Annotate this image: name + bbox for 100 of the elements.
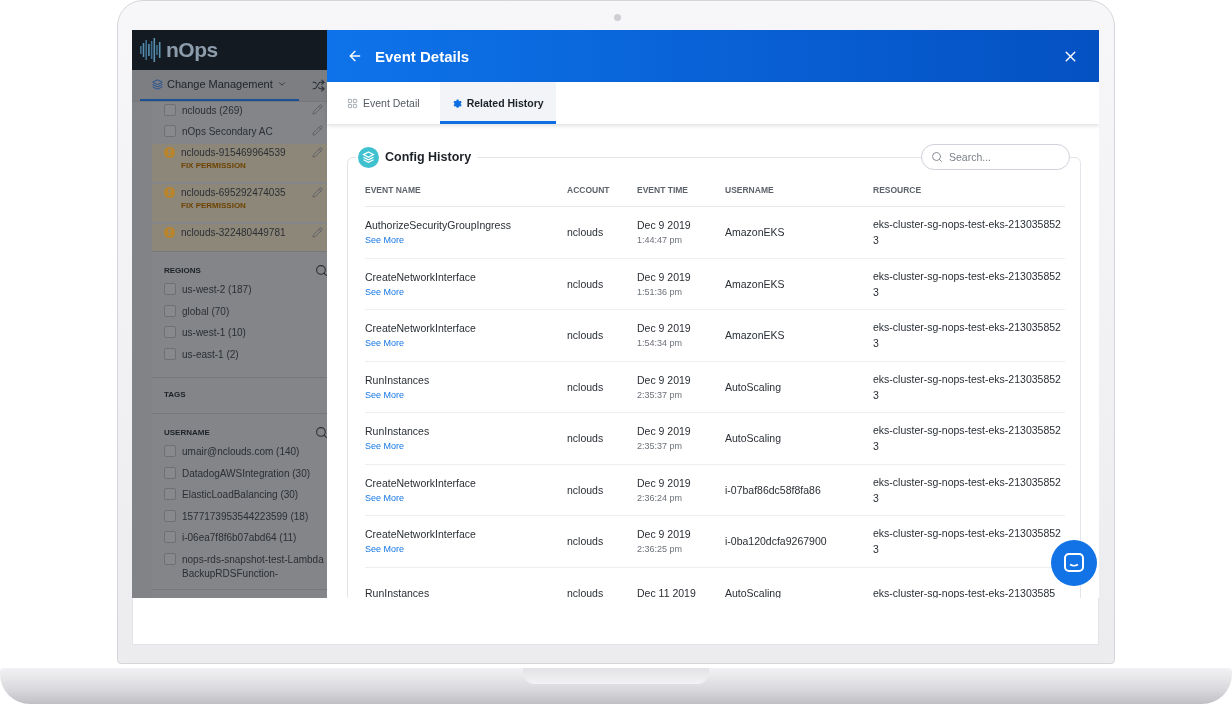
event-name: CreateNetworkInterface [365,476,476,489]
see-more-link[interactable]: See More [365,286,405,297]
layers-icon [152,78,163,90]
checkbox[interactable] [164,125,176,137]
edit-icon[interactable] [312,125,323,136]
account-cell-text: nclouds [567,277,605,290]
account-label: nclouds (269) [182,104,243,116]
event-time: 1:54:34 pm [637,338,683,349]
account-cell-text: nclouds [567,586,605,598]
edit-icon[interactable] [312,147,323,158]
resource-cell-text: eks-cluster-sg-nops-test-eks-2130358523 [873,423,1062,455]
edit-icon[interactable] [312,227,323,238]
event-name: CreateNetworkInterface [365,322,476,335]
warning-icon [164,147,175,158]
logo-text: nOps [166,38,218,62]
resource-cell-text: eks-cluster-sg-nops-test-eks-2130358523 [873,320,1062,352]
account-label: nclouds-322480449781 [181,227,286,238]
section-title: Config History [385,150,472,164]
account-label: nOps Secondary AC [182,125,273,137]
event-name: RunInstances [365,586,430,598]
resource-cell-text: eks-cluster-sg-nops-test-eks-2130358523 [873,371,1062,403]
account-cell-text: nclouds [567,432,605,445]
filter-option: us-west-2 (187) [182,283,324,297]
username-cell-text: AutoScaling [725,432,783,445]
account-cell-text: nclouds [567,329,605,342]
event-time: 1:51:36 pm [637,286,683,297]
filter-option: us-west-1 (10) [182,326,324,340]
gear-icon [451,98,462,108]
checkbox[interactable] [164,304,176,317]
username-cell-text: AmazonEKS [725,329,786,342]
see-more-link[interactable]: See More [365,492,405,503]
filter-option: DatadogAWSIntegration (30) [182,466,324,481]
checkbox[interactable] [164,445,176,457]
warning-icon [164,227,175,238]
column-header: EVENT TIME [637,184,689,195]
warning-icon [164,187,175,198]
checkbox[interactable] [164,326,176,338]
see-more-link[interactable]: See More [365,235,405,246]
see-more-link[interactable]: See More [365,544,405,555]
tab[interactable]: Event Detail [335,82,432,124]
event-date: Dec 9 2019 [637,425,691,438]
filter-option: global (70) [182,304,324,319]
back-button[interactable] [347,48,363,64]
filter-option: ElasticLoadBalancing (30) [182,488,324,502]
filter-title: REGIONS [164,266,201,275]
checkbox[interactable] [164,552,176,565]
checkbox[interactable] [164,531,176,543]
account-cell-text: nclouds [567,226,605,239]
see-more-link[interactable]: See More [365,338,405,349]
event-date: Dec 9 2019 [637,476,691,489]
filter-option: i-06ea7f8f6b07abd64 (11) [182,531,324,545]
shuffle-icon[interactable] [312,79,325,92]
checkbox[interactable] [164,509,176,522]
search-icon[interactable] [315,264,327,277]
event-time: 1:44:47 pm [637,235,683,246]
account-label: nclouds-915469964539 [181,147,286,158]
resource-cell-text: eks-cluster-sg-nops-test-eks-2130358523 [873,268,1062,300]
filter-option: us-east-1 (2) [182,347,324,362]
checkbox[interactable] [164,104,176,116]
chat-icon [1063,552,1085,574]
filter-option: nops-rds-snapshot-test-LambdaBackupRDSFunction- [182,552,324,581]
event-time: 2:35:37 pm [637,389,683,400]
event-name: RunInstances [365,373,430,386]
event-name: CreateNetworkInterface [365,528,476,541]
logo-bars-icon [140,38,162,62]
event-date: Dec 9 2019 [637,373,691,386]
checkbox[interactable] [164,347,176,360]
filter-option: umair@nclouds.com (140) [182,445,324,459]
account-cell-text: nclouds [567,380,605,393]
event-time: 2:36:24 pm [637,492,683,503]
column-header: RESOURCE [873,184,923,195]
checkbox[interactable] [164,466,176,479]
checkbox[interactable] [164,488,176,500]
event-name: CreateNetworkInterface [365,270,476,283]
resource-cell-text: eks-cluster-sg-nops-test-eks-2130358523 [873,474,1062,506]
username-cell-text: AutoScaling [725,380,783,393]
event-time: 2:36:25 pm [637,544,683,555]
camera-icon [614,14,621,21]
search-icon [931,151,943,163]
username-cell-text: AutoScaling [725,586,783,598]
event-time: 2:35:37 pm [637,441,683,452]
event-date: Dec 9 2019 [637,270,691,283]
see-more-link[interactable]: See More [365,389,405,400]
fix-permission-link[interactable]: FIX PERMISSION [164,201,286,210]
tab[interactable]: Related History [439,82,556,124]
account-cell-text: nclouds [567,483,605,496]
edit-icon[interactable] [312,187,323,198]
username-cell-text: AmazonEKS [725,277,786,290]
see-more-link[interactable]: See More [365,441,405,452]
fix-permission-link[interactable]: FIX PERMISSION [164,161,286,170]
search-field[interactable]: Search... [921,144,1070,170]
event-date: Dec 11 2019 [637,586,696,598]
account-cell-text: nclouds [567,535,605,548]
edit-icon[interactable] [312,104,323,115]
search-icon[interactable] [315,426,327,439]
account-label: nclouds-695292474035 [181,187,286,198]
resource-cell-text: eks-cluster-sg-nops-test-eks-2130358523 [873,526,1062,558]
username-cell-text: AmazonEKS [725,226,786,239]
checkbox[interactable] [164,283,176,295]
event-date: Dec 9 2019 [637,528,691,541]
